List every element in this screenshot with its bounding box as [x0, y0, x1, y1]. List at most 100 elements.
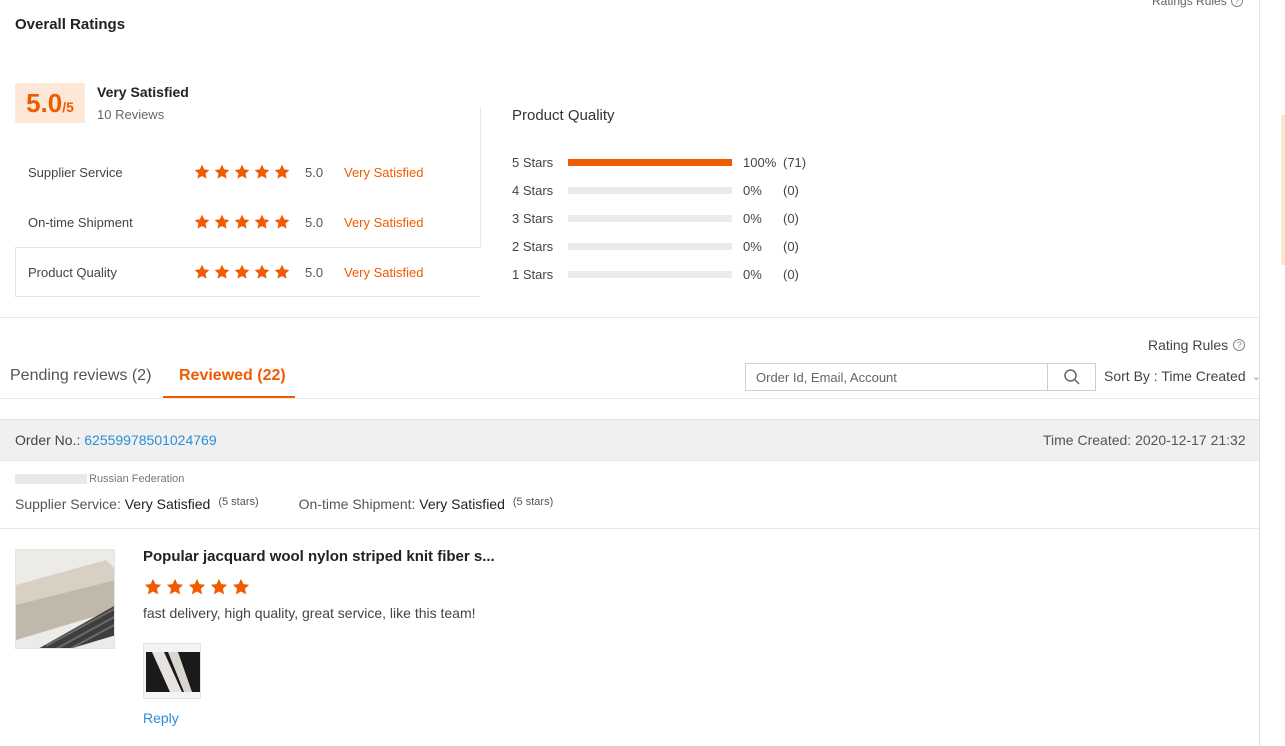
search-input[interactable] — [746, 364, 1047, 390]
redacted-buyer-name — [15, 474, 87, 485]
help-icon: ? — [1233, 339, 1246, 351]
distribution-label: 2 Stars — [512, 238, 554, 254]
search-box — [745, 363, 1096, 391]
star-icon — [213, 213, 231, 231]
distribution-count: (0) — [783, 210, 799, 226]
order-sub-ratings: Supplier Service: Very Satisfied (5 stars… — [15, 496, 553, 512]
rating-row-text: Very Satisfied — [344, 164, 424, 180]
reply-link[interactable]: Reply — [143, 710, 179, 726]
distribution-count: (71) — [783, 154, 807, 170]
ratings-rules-label: Ratings Rules — [1152, 0, 1227, 8]
rating-row-supplier-service[interactable]: Supplier Service 5.0 Very Satisfied — [28, 162, 468, 182]
overall-score-max: /5 — [62, 99, 74, 115]
distribution-count: (0) — [783, 182, 799, 198]
order-time-created: Time Created: 2020-12-17 21:32 — [1043, 432, 1246, 448]
rating-row-score: 5.0 — [305, 164, 324, 180]
review-text: fast delivery, high quality, great servi… — [143, 605, 476, 621]
divider — [0, 528, 1260, 529]
order-number: Order No.: 62559978501024769 — [15, 432, 217, 448]
review-count: 10 Reviews — [97, 107, 165, 122]
tab-reviewed[interactable]: Reviewed (22) — [179, 367, 286, 385]
star-rating — [193, 163, 291, 181]
star-icon — [273, 163, 291, 181]
supplier-service-label: Supplier Service: — [15, 496, 121, 512]
distribution-label: 4 Stars — [512, 182, 554, 198]
distribution-bar — [568, 270, 732, 278]
star-icon — [231, 577, 251, 597]
distribution-percent: 100% — [743, 154, 777, 170]
overall-score: 5.0 — [26, 88, 63, 118]
rating-row-score: 5.0 — [305, 214, 324, 230]
order-number-link[interactable]: 62559978501024769 — [84, 432, 216, 448]
star-icon — [233, 163, 251, 181]
rating-row-label: Product Quality — [28, 264, 117, 280]
overall-score-badge: 5.0 /5 — [15, 83, 85, 123]
divider — [480, 107, 481, 247]
star-rating — [193, 213, 291, 231]
fabric-image — [16, 550, 114, 648]
star-icon — [253, 263, 271, 281]
star-icon — [273, 263, 291, 281]
active-tab-indicator — [163, 396, 295, 398]
distribution-label: 3 Stars — [512, 210, 554, 226]
rating-row-text: Very Satisfied — [344, 214, 424, 230]
star-icon — [187, 577, 207, 597]
star-icon — [143, 577, 163, 597]
distribution-bar — [568, 242, 732, 250]
tab-pending-reviews[interactable]: Pending reviews (2) — [10, 367, 151, 385]
distribution-bar-fill — [568, 158, 732, 166]
search-icon — [1063, 369, 1080, 385]
star-icon — [209, 577, 229, 597]
product-thumbnail[interactable] — [15, 549, 115, 649]
rating-rules-label: Rating Rules — [1148, 337, 1229, 353]
product-title[interactable]: Popular jacquard wool nylon striped knit… — [143, 548, 495, 565]
star-icon — [213, 263, 231, 281]
review-star-rating — [143, 577, 251, 597]
help-icon: ? — [1230, 0, 1243, 7]
rating-row-label: On-time Shipment — [28, 214, 133, 230]
star-icon — [253, 163, 271, 181]
ratings-rules-link[interactable]: Ratings Rules ? — [1152, 0, 1243, 8]
distribution-bar — [568, 158, 732, 166]
shipment-label: On-time Shipment: — [298, 496, 416, 512]
distribution-percent: 0% — [743, 238, 762, 254]
distribution-percent: 0% — [743, 210, 762, 226]
scrollbar[interactable] — [1281, 115, 1285, 265]
shipment-stars: (5 stars) — [512, 496, 554, 508]
supplier-service-value: Very Satisfied — [124, 496, 211, 512]
sort-label: Sort By : Time Created — [1104, 368, 1246, 384]
divider — [1259, 318, 1260, 746]
star-icon — [233, 213, 251, 231]
product-quality-title: Product Quality — [512, 107, 615, 124]
overall-label: Very Satisfied — [97, 84, 189, 100]
distribution-row-2: 2 Stars 0% (0) — [512, 238, 799, 254]
star-icon — [193, 213, 211, 231]
rating-rules-link[interactable]: Rating Rules ? — [1148, 337, 1246, 353]
distribution-row-4: 4 Stars 0% (0) — [512, 182, 799, 198]
star-icon — [253, 213, 271, 231]
star-icon — [165, 577, 185, 597]
rating-row-product-quality[interactable]: Product Quality 5.0 Very Satisfied — [28, 262, 468, 282]
distribution-count: (0) — [783, 238, 799, 254]
distribution-percent: 0% — [743, 266, 762, 282]
star-icon — [213, 163, 231, 181]
supplier-service-stars: (5 stars) — [218, 496, 259, 508]
distribution-row-5: 5 Stars 100% (71) — [512, 154, 806, 170]
distribution-row-3: 3 Stars 0% (0) — [512, 210, 799, 226]
sort-dropdown[interactable]: Sort By : Time Created ⌄ — [1104, 368, 1261, 384]
rating-row-ontime-shipment[interactable]: On-time Shipment 5.0 Very Satisfied — [28, 212, 468, 232]
distribution-count: (0) — [783, 266, 799, 282]
star-icon — [193, 263, 211, 281]
rating-row-text: Very Satisfied — [344, 264, 424, 280]
shipment-value: Very Satisfied — [419, 496, 505, 512]
buyer-country: Russian Federation — [89, 473, 185, 485]
distribution-label: 1 Stars — [512, 266, 554, 282]
review-photo[interactable] — [143, 643, 201, 699]
review-photo-image — [144, 644, 200, 698]
rating-row-score: 5.0 — [305, 264, 324, 280]
search-button[interactable] — [1047, 364, 1095, 390]
distribution-label: 5 Stars — [512, 154, 554, 170]
rating-row-label: Supplier Service — [28, 164, 123, 180]
star-icon — [193, 163, 211, 181]
star-icon — [273, 213, 291, 231]
